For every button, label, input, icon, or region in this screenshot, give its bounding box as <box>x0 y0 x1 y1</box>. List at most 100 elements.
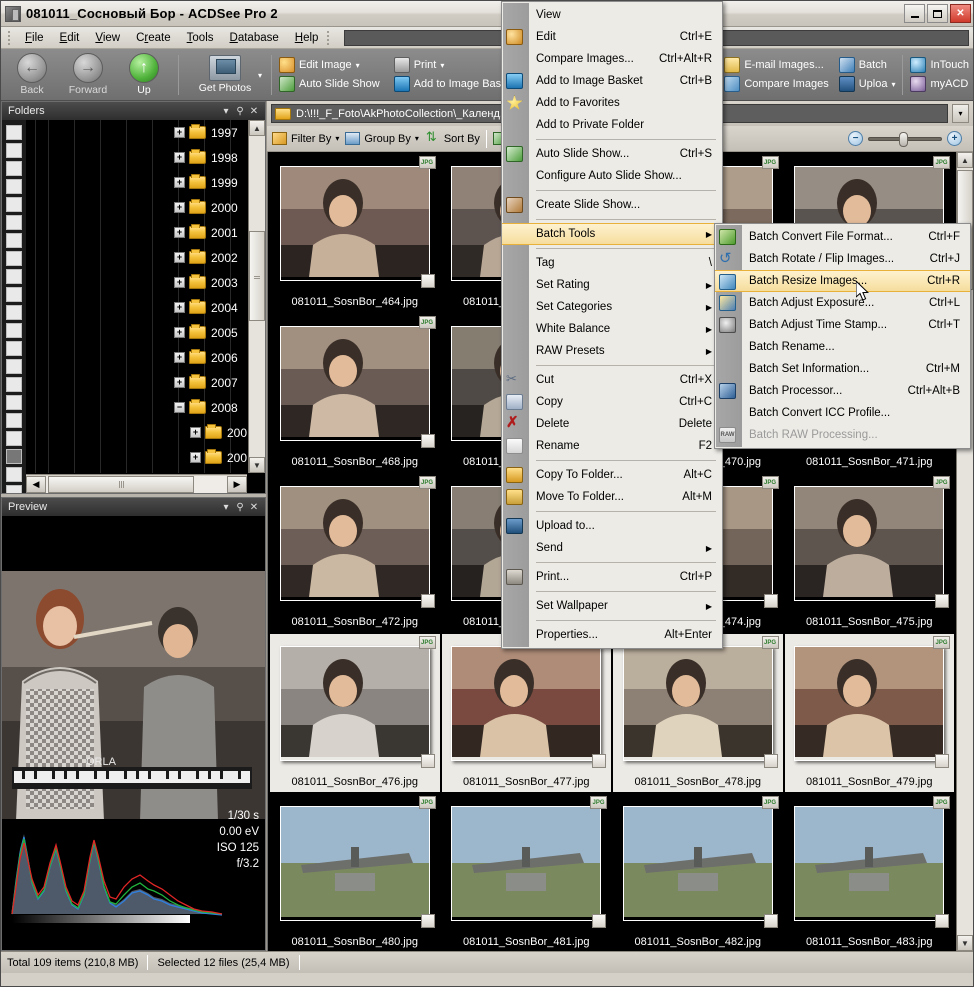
expand-icon[interactable]: + <box>174 202 185 213</box>
menu-help[interactable]: Help <box>287 29 327 47</box>
filter-by-button[interactable]: Filter By ▾ <box>272 132 339 145</box>
context-menu-item[interactable]: Add to Favorites <box>502 92 722 114</box>
expand-icon[interactable]: + <box>174 227 185 238</box>
folder-tree-node[interactable]: +2008 01 <box>26 420 247 445</box>
close-button[interactable]: ✕ <box>950 4 971 23</box>
thumbnail-cell[interactable]: JPG081011_SosnBor_477.jpg <box>441 634 611 792</box>
expand-icon[interactable]: + <box>174 327 185 338</box>
thumbnail-cell[interactable]: JPG 081011_SosnBor_464.jpg <box>270 154 440 312</box>
chevron-down-icon[interactable]: ▾ <box>415 134 419 143</box>
expand-icon[interactable]: + <box>190 427 201 438</box>
folder-thumb-item[interactable] <box>6 233 22 248</box>
context-menu-item[interactable]: Add to Image Basket Ctrl+B <box>502 70 722 92</box>
submenu-item[interactable]: Batch Adjust Exposure... Ctrl+L <box>715 292 970 314</box>
context-menu-item[interactable]: Add to Private Folder <box>502 114 722 136</box>
expand-icon[interactable]: + <box>174 252 185 263</box>
context-menu-item[interactable]: Compare Images... Ctrl+Alt+R <box>502 48 722 70</box>
zoom-slider-thumb[interactable] <box>899 131 908 147</box>
context-menu-item[interactable]: Create Slide Show... <box>502 194 722 216</box>
folder-tree-node[interactable]: +2008 03 <box>26 470 247 473</box>
thumbnail-cell[interactable]: JPG 081011_SosnBor_478.jpg <box>613 634 783 792</box>
thumbnail-checkbox[interactable] <box>935 914 949 928</box>
folder-tree-node[interactable]: − 2008 <box>26 395 247 420</box>
thumbnail-checkbox[interactable] <box>420 914 435 928</box>
thumbnail-checkbox[interactable] <box>420 434 435 448</box>
expand-icon[interactable]: + <box>174 352 185 363</box>
chevron-down-icon[interactable]: ▾ <box>258 71 262 80</box>
chevron-down-icon[interactable]: ▾ <box>219 106 233 117</box>
close-icon[interactable]: ✕ <box>247 502 261 513</box>
folder-tree-node[interactable]: +2003 <box>26 270 247 295</box>
thumbnail-cell[interactable]: JPG 081011_SosnBor_480.jpg <box>270 794 440 951</box>
scroll-track[interactable] <box>249 136 265 457</box>
menu-create[interactable]: Create <box>128 29 179 47</box>
context-menu-item[interactable]: Copy To Folder... Alt+C <box>502 464 722 486</box>
folders-horizontal-scrollbar[interactable]: ◀ ▶ <box>26 474 247 493</box>
expand-icon[interactable]: + <box>174 152 185 163</box>
folder-tree-node[interactable]: +2006 <box>26 345 247 370</box>
folder-thumb-item[interactable] <box>6 467 22 482</box>
path-dropdown-button[interactable]: ▾ <box>952 104 969 123</box>
group-by-button[interactable]: Group By ▾ <box>345 132 419 145</box>
intouch-button[interactable]: InTouch <box>910 57 969 73</box>
folder-thumb-item[interactable] <box>6 485 22 493</box>
expand-icon[interactable]: + <box>174 177 185 188</box>
zoom-slider-track[interactable] <box>868 131 942 147</box>
context-menu-item[interactable]: Send ▶ <box>502 537 722 559</box>
print-button[interactable]: Print ▾ <box>393 57 516 73</box>
menu-view[interactable]: View <box>87 29 128 47</box>
thumbnail-checkbox[interactable] <box>763 594 778 608</box>
batch-tools-submenu[interactable]: Batch Convert File Format... Ctrl+F ↺ Batch… <box>714 223 971 449</box>
context-menu-item[interactable]: ✂ Cut Ctrl+X <box>502 369 722 391</box>
scroll-down-button[interactable]: ▼ <box>957 935 973 951</box>
context-menu-item[interactable]: View <box>502 4 722 26</box>
folder-thumb-item[interactable] <box>6 269 22 284</box>
submenu-item[interactable]: Batch Rename... <box>715 336 970 358</box>
submenu-item[interactable]: ↺ Batch Rotate / Flip Images... Ctrl+J <box>715 248 970 270</box>
context-menu-item[interactable]: Tag \ <box>502 252 722 274</box>
upload-button[interactable]: Uploa ▾ <box>838 76 895 92</box>
folder-thumb-item[interactable] <box>6 161 22 176</box>
folder-tree-node[interactable]: +2007 <box>26 370 247 395</box>
folder-thumb-item[interactable] <box>6 125 22 140</box>
collapse-icon[interactable]: − <box>174 402 185 413</box>
batch-button[interactable]: Batch <box>838 57 896 73</box>
folder-tree-node[interactable]: +2001 <box>26 220 247 245</box>
folder-tree-node[interactable]: +2008 02 <box>26 445 247 470</box>
thumbnail-cell[interactable]: JPG 081011_SosnBor_476.jpg <box>270 634 440 792</box>
scroll-thumb[interactable] <box>249 231 265 321</box>
thumbnail-checkbox[interactable] <box>763 754 778 768</box>
zoom-in-button[interactable]: + <box>947 131 962 146</box>
context-menu-item[interactable]: Rename F2 <box>502 435 722 457</box>
context-menu-item[interactable]: Upload to... <box>502 515 722 537</box>
chevron-down-icon[interactable]: ▾ <box>440 61 444 70</box>
maximize-button[interactable] <box>927 4 948 23</box>
chevron-down-icon[interactable]: ▾ <box>335 134 339 143</box>
context-menu-item[interactable]: White Balance ▶ <box>502 318 722 340</box>
submenu-item[interactable]: Batch Convert ICC Profile... <box>715 402 970 424</box>
context-menu-item[interactable]: Edit Ctrl+E <box>502 26 722 48</box>
folder-thumb-item[interactable] <box>6 449 22 464</box>
forward-button[interactable]: → Forward <box>61 53 115 96</box>
context-menu-item[interactable]: Set Categories ▶ <box>502 296 722 318</box>
expand-icon[interactable]: + <box>174 302 185 313</box>
folder-thumb-item[interactable] <box>6 287 22 302</box>
thumbnail-checkbox[interactable] <box>420 594 435 608</box>
context-menu-item[interactable]: ✗ Delete Delete <box>502 413 722 435</box>
back-button[interactable]: ← Back <box>5 53 59 96</box>
expand-icon[interactable]: + <box>174 277 185 288</box>
thumbnail-cell[interactable]: JPG 081011_SosnBor_479.jpg <box>784 634 954 792</box>
context-menu-item[interactable]: Properties... Alt+Enter <box>502 624 722 646</box>
scroll-left-button[interactable]: ◀ <box>26 475 46 493</box>
folder-tree-node[interactable]: +2004 <box>26 295 247 320</box>
context-menu-item[interactable]: Batch Tools ▶ <box>502 223 722 245</box>
submenu-item[interactable]: Batch Resize Images... Ctrl+R <box>715 270 970 292</box>
zoom-out-button[interactable]: − <box>848 131 863 146</box>
thumbnail-cell[interactable]: JPG 081011_SosnBor_472.jpg <box>270 474 440 632</box>
edit-image-button[interactable]: Edit Image ▾ <box>279 57 380 73</box>
expand-icon[interactable]: + <box>174 377 185 388</box>
scroll-down-button[interactable]: ▼ <box>249 457 265 473</box>
preview-image-area[interactable]: ORLA 1/30 s 0.00 eV ISO 125 f/3.2 <box>1 516 266 951</box>
get-photos-button[interactable]: Get Photos ▾ <box>186 55 264 94</box>
thumbnail-checkbox[interactable] <box>420 754 435 768</box>
